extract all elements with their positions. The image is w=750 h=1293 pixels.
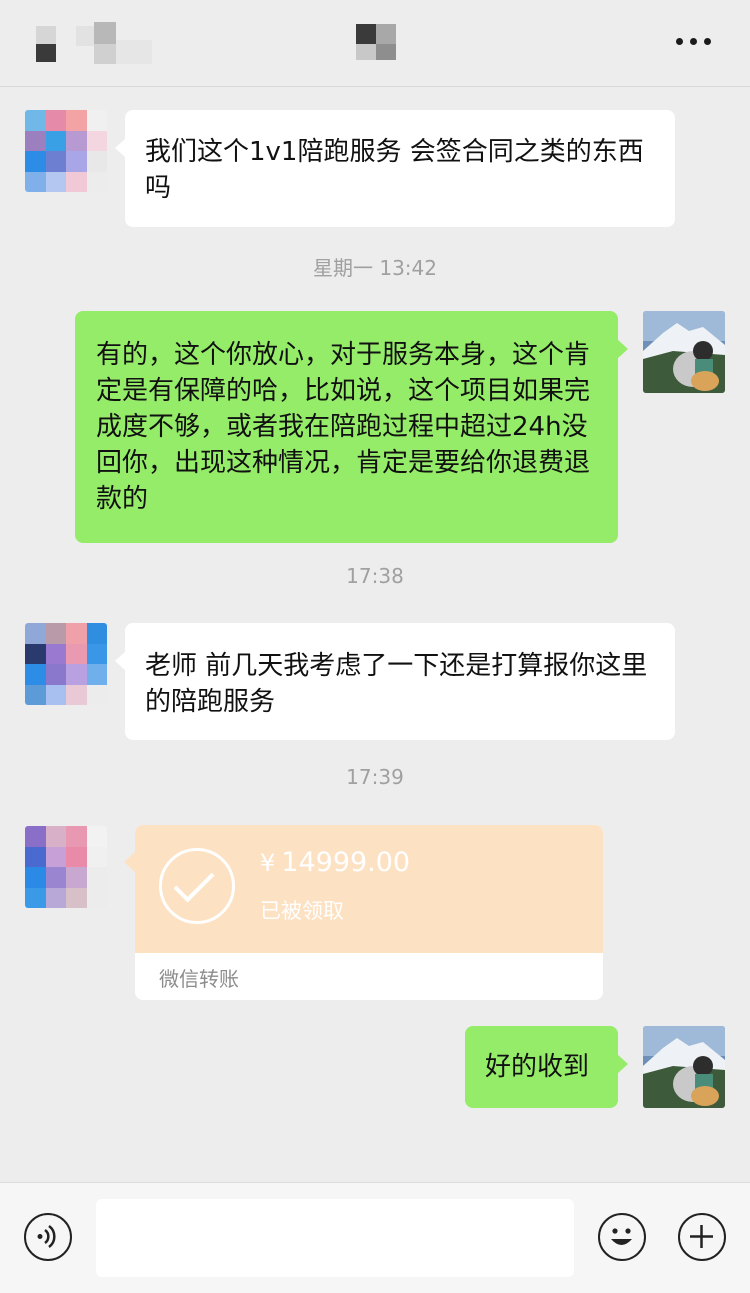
message-bubble-incoming[interactable]: 我们这个1v1陪跑服务 会签合同之类的东西吗 xyxy=(115,110,675,227)
message-bubble-incoming[interactable]: 老师 前几天我考虑了一下还是打算报你这里的陪跑服务 xyxy=(115,623,675,740)
emoji-icon[interactable] xyxy=(598,1213,646,1261)
smile-face-icon xyxy=(611,1228,632,1245)
check-circle-icon xyxy=(159,848,235,924)
contact-avatar[interactable] xyxy=(25,110,107,192)
transfer-card[interactable]: ¥14999.00 已被领取 微信转账 xyxy=(135,825,603,1000)
mountain-photo-icon xyxy=(643,1026,725,1108)
mountain-photo-icon xyxy=(643,311,725,393)
transfer-type-label: 微信转账 xyxy=(159,967,239,991)
voice-icon[interactable] xyxy=(24,1213,72,1261)
contact-avatar[interactable] xyxy=(25,623,107,705)
message-timestamp: 17:39 xyxy=(346,765,404,789)
amount-value: 14999.00 xyxy=(281,847,411,878)
more-dots-icon[interactable] xyxy=(676,38,712,48)
message-text: 我们这个1v1陪跑服务 会签合同之类的东西吗 xyxy=(145,137,644,203)
message-input[interactable] xyxy=(96,1199,574,1277)
plus-icon[interactable] xyxy=(678,1213,726,1261)
chat-header xyxy=(0,0,750,87)
message-bubble-outgoing[interactable]: 有的，这个你放心，对于服务本身，这个肯定是有保障的哈，比如说，这个项目如果完成度… xyxy=(75,311,628,543)
message-timestamp: 星期一 13:42 xyxy=(313,256,437,280)
transfer-status: 已被领取 xyxy=(260,899,344,923)
transfer-card-header: ¥14999.00 已被领取 xyxy=(135,825,603,953)
message-timestamp: 17:38 xyxy=(346,564,404,588)
chat-input-bar xyxy=(0,1182,750,1293)
message-text: 老师 前几天我考虑了一下还是打算报你这里的陪跑服务 xyxy=(145,651,648,717)
transfer-amount: ¥14999.00 xyxy=(260,847,410,878)
message-text: 好的收到 xyxy=(485,1052,590,1082)
plus-sign-icon xyxy=(690,1225,713,1248)
contact-avatar[interactable] xyxy=(25,826,107,908)
voice-waves-icon xyxy=(37,1224,56,1249)
bubble-tail xyxy=(124,852,135,872)
message-text: 有的，这个你放心，对于服务本身，这个肯定是有保障的哈，比如说，这个项目如果完成度… xyxy=(96,340,591,514)
self-avatar[interactable] xyxy=(643,1026,725,1108)
self-avatar[interactable] xyxy=(643,311,725,393)
currency-symbol: ¥ xyxy=(260,849,276,877)
message-bubble-outgoing[interactable]: 好的收到 xyxy=(465,1026,628,1108)
